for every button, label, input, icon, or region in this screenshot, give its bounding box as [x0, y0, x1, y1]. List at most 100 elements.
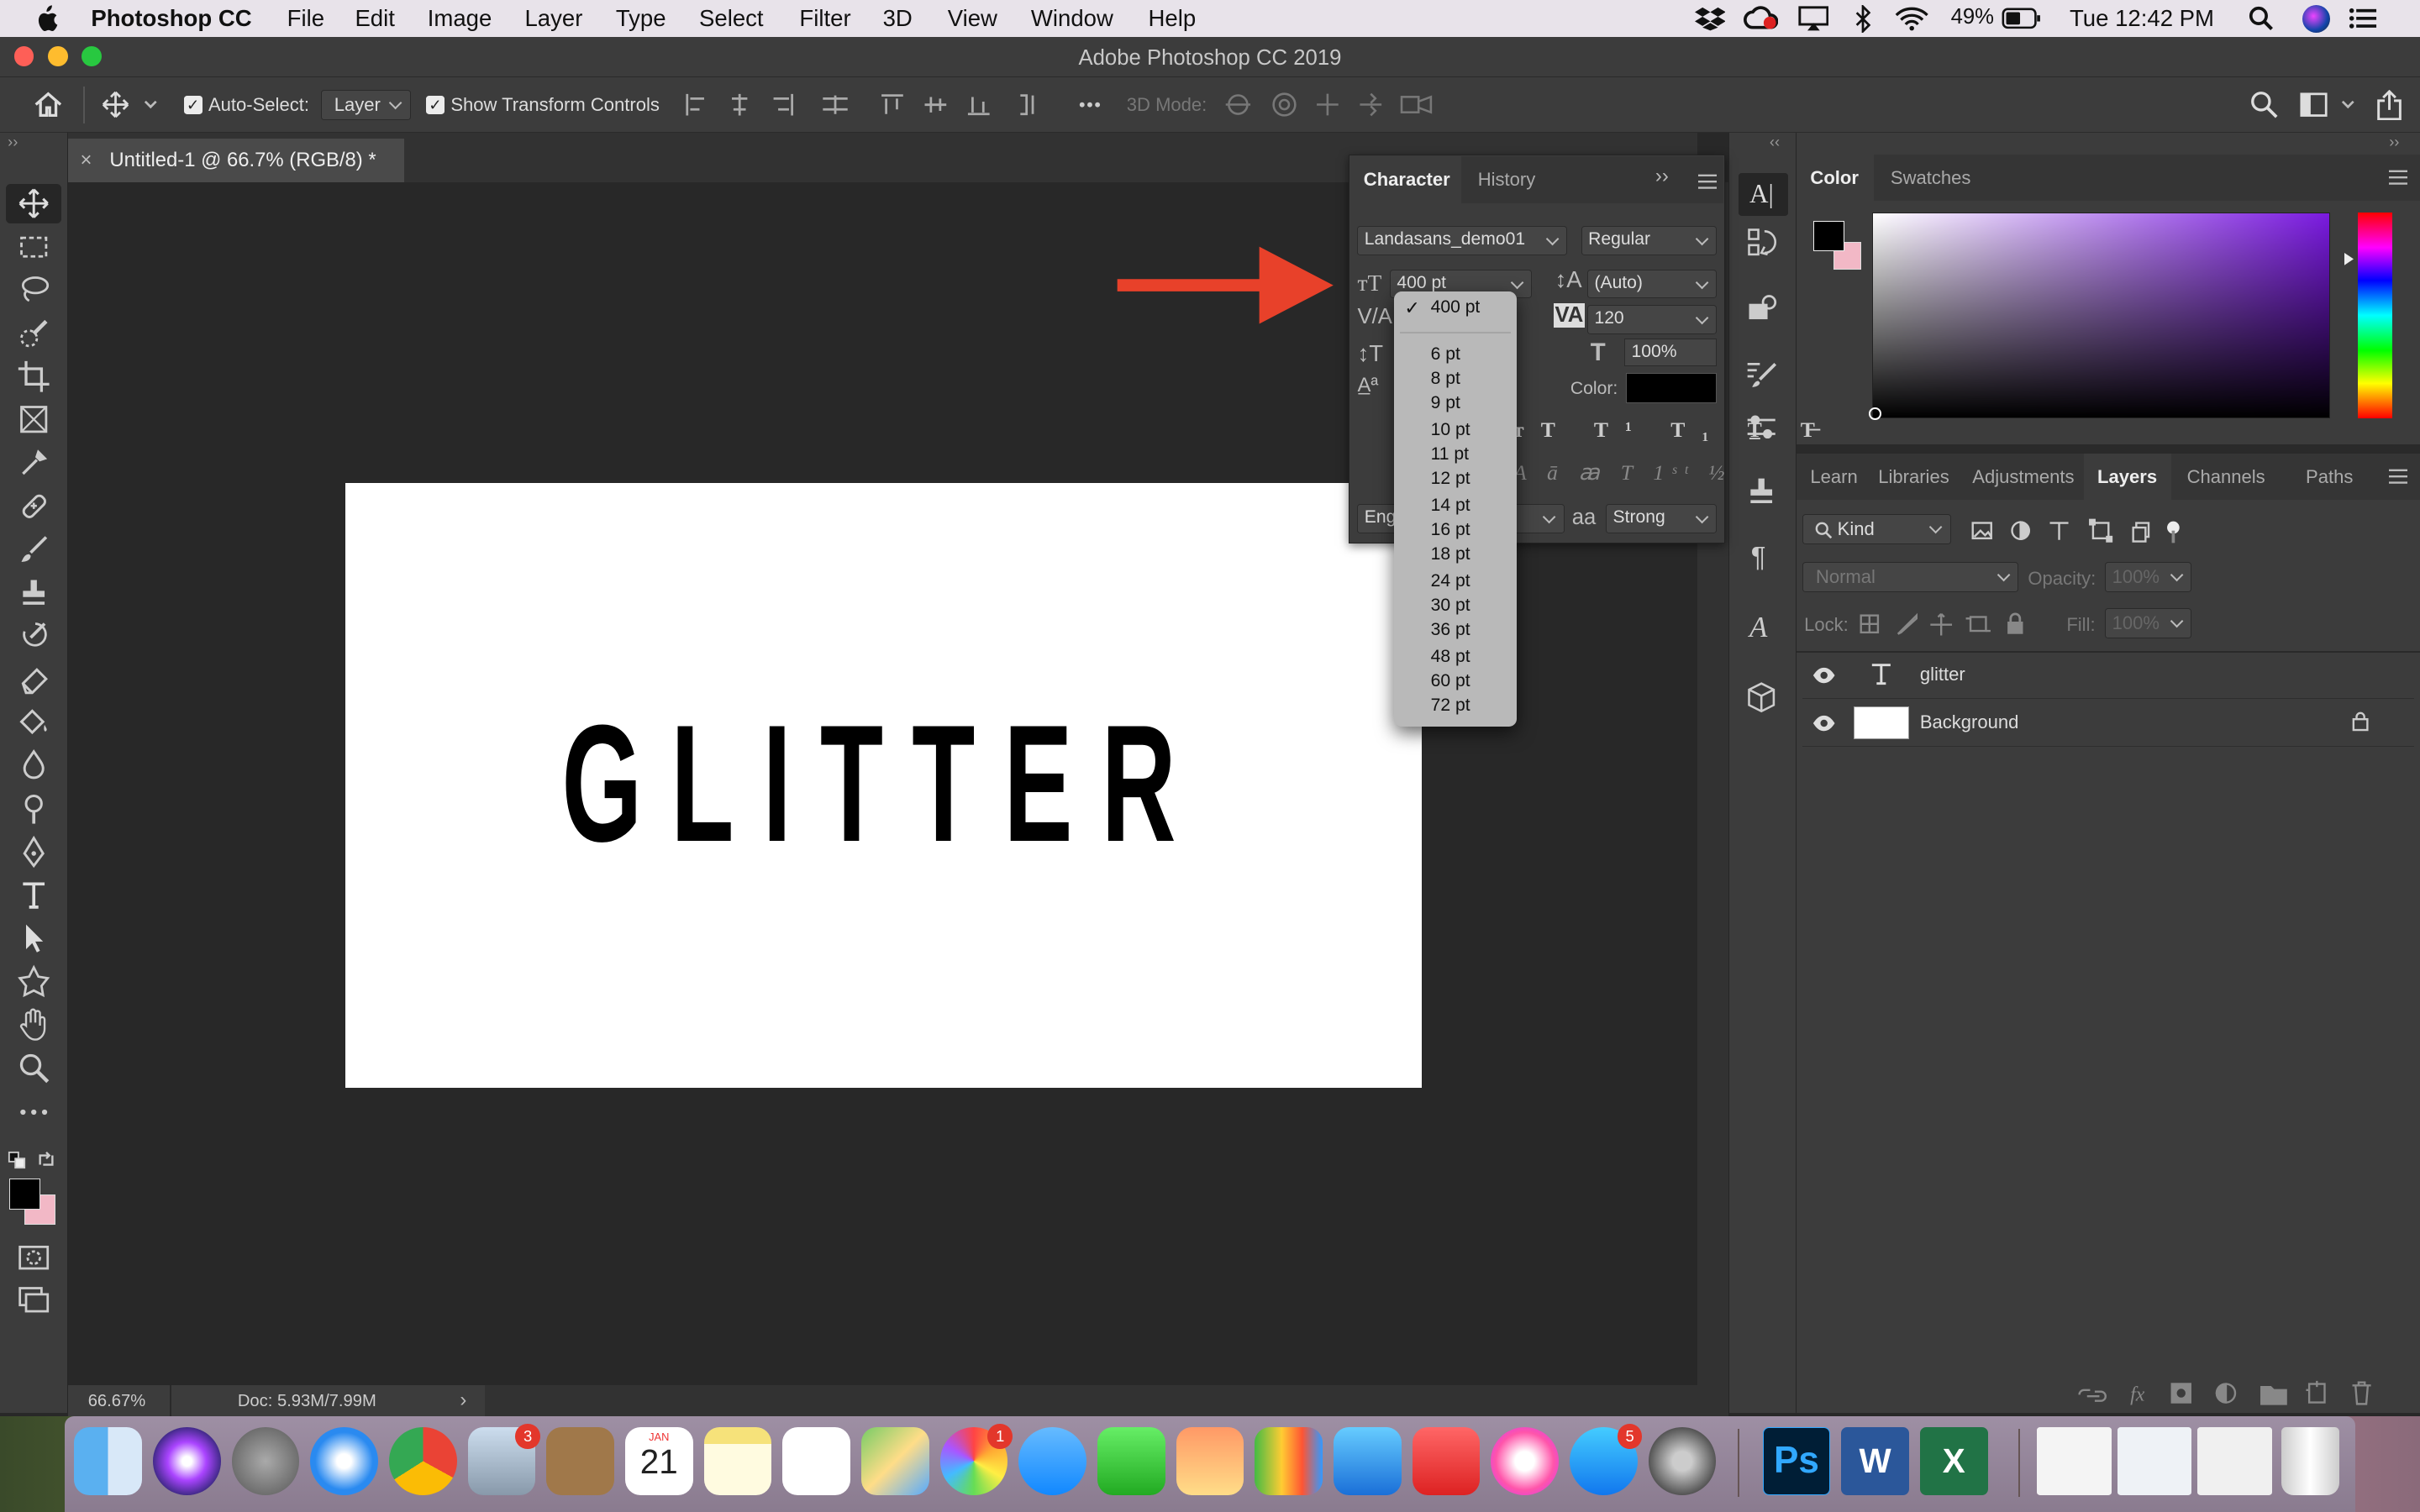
- layer-filter-icons[interactable]: [1970, 518, 2186, 543]
- dropdown-item[interactable]: 6 pt: [1431, 344, 1460, 365]
- system-preferences-icon[interactable]: [1648, 1426, 1717, 1495]
- auto-select-checkbox[interactable]: ✓: [183, 95, 203, 114]
- horizontal-scale-field[interactable]: 100%: [1624, 339, 1718, 367]
- lock-option-icons[interactable]: [1858, 612, 2028, 637]
- apple-icon[interactable]: [34, 4, 58, 33]
- healing-brush-tool-icon[interactable]: [17, 489, 50, 522]
- expand-panels-icon[interactable]: ‹‹: [1770, 133, 1780, 151]
- blur-tool-icon[interactable]: [17, 748, 50, 782]
- collapse-toolbar-icon[interactable]: ››: [8, 133, 18, 151]
- collapse-panel-icon[interactable]: ››: [1655, 165, 1669, 188]
- leading-field[interactable]: (Auto): [1587, 269, 1718, 299]
- brushes-panel-icon[interactable]: [1744, 358, 1778, 391]
- fill-field[interactable]: 100%: [2105, 607, 2192, 639]
- tab-history[interactable]: History: [1464, 156, 1549, 202]
- dodge-tool-icon[interactable]: [17, 791, 50, 825]
- quick-mask-icon[interactable]: [17, 1241, 50, 1274]
- dropdown-item[interactable]: 72 pt: [1431, 696, 1470, 716]
- menu-type[interactable]: Type: [616, 5, 666, 32]
- tab-adjustments[interactable]: Adjustments: [1959, 454, 2088, 500]
- bluetooth-icon[interactable]: [1854, 4, 1872, 33]
- move-tool-icon[interactable]: [102, 91, 129, 118]
- pen-tool-icon[interactable]: [17, 835, 50, 869]
- dropbox-icon[interactable]: [1694, 6, 1726, 31]
- layer-name[interactable]: Background: [1920, 711, 2019, 733]
- numbers-icon[interactable]: [1255, 1426, 1323, 1495]
- brush-tool-icon[interactable]: [17, 533, 50, 566]
- siri-icon[interactable]: [2302, 4, 2331, 33]
- launchpad-icon[interactable]: [231, 1426, 300, 1495]
- minimized-window-thumbnail[interactable]: [2197, 1426, 2272, 1495]
- menu-3d[interactable]: 3D: [883, 5, 913, 32]
- trash-icon[interactable]: [2281, 1426, 2340, 1495]
- panel-foreground-swatch[interactable]: [1813, 220, 1844, 252]
- notification-center-icon[interactable]: [2349, 8, 2377, 29]
- dropdown-item[interactable]: 60 pt: [1431, 671, 1470, 691]
- align-distribute-icons[interactable]: [684, 92, 1116, 117]
- canvas-text-layer[interactable]: GLITTER: [550, 699, 1218, 869]
- more-tools-icon[interactable]: [17, 1103, 50, 1121]
- marquee-tool-icon[interactable]: [17, 230, 50, 264]
- document-tab[interactable]: × Untitled-1 @ 66.7% (RGB/8) *: [67, 139, 405, 182]
- hue-slider-pointer-icon[interactable]: [2344, 253, 2354, 265]
- visibility-eye-icon[interactable]: [1812, 666, 1836, 685]
- swap-colors-icon[interactable]: [37, 1151, 55, 1169]
- dropdown-item[interactable]: 24 pt: [1431, 571, 1470, 591]
- chevron-down-icon[interactable]: [144, 100, 158, 109]
- visibility-eye-icon[interactable]: [1812, 714, 1836, 732]
- workspace-icon[interactable]: [2300, 92, 2328, 118]
- menu-window[interactable]: Window: [1031, 5, 1113, 32]
- hand-tool-icon[interactable]: [17, 1007, 50, 1042]
- search-icon[interactable]: [2250, 91, 2278, 118]
- dropdown-item[interactable]: 48 pt: [1431, 647, 1470, 667]
- tab-character[interactable]: Character: [1349, 156, 1461, 203]
- notes-icon[interactable]: [703, 1426, 772, 1495]
- screen-mode-icon[interactable]: [17, 1284, 50, 1317]
- foreground-color-swatch[interactable]: [9, 1179, 40, 1210]
- dropdown-item[interactable]: 8 pt: [1431, 369, 1460, 389]
- safari-icon[interactable]: [310, 1426, 378, 1495]
- calendar-icon[interactable]: JAN 21: [624, 1426, 693, 1495]
- dropdown-item[interactable]: 36 pt: [1431, 620, 1470, 640]
- text-color-swatch[interactable]: [1626, 372, 1718, 404]
- news-icon[interactable]: [1412, 1426, 1481, 1495]
- messages-icon[interactable]: [1018, 1426, 1087, 1495]
- dropdown-item[interactable]: 9 pt: [1431, 393, 1460, 413]
- menu-edit[interactable]: Edit: [355, 5, 394, 32]
- menu-help[interactable]: Help: [1149, 5, 1197, 32]
- creative-cloud-icon[interactable]: [1744, 6, 1778, 30]
- photoshop-icon[interactable]: Ps: [1762, 1426, 1831, 1495]
- character-panel-button[interactable]: A|: [1739, 172, 1788, 217]
- frame-tool-icon[interactable]: [17, 402, 50, 436]
- pages-icon[interactable]: [1176, 1426, 1244, 1495]
- auto-select-dropdown[interactable]: Layer: [321, 89, 411, 121]
- show-transform-checkbox[interactable]: ✓: [425, 95, 445, 114]
- minimized-window-thumbnail[interactable]: [2037, 1426, 2112, 1495]
- zoom-tool-icon[interactable]: [17, 1051, 50, 1084]
- dropdown-item[interactable]: 16 pt: [1431, 520, 1470, 540]
- 3d-panel-icon[interactable]: [1744, 680, 1778, 714]
- type-tool-icon[interactable]: [17, 878, 50, 911]
- tab-paths[interactable]: Paths: [2291, 454, 2366, 500]
- character-panel-menu-icon[interactable]: [1698, 174, 1718, 189]
- maps-icon[interactable]: [860, 1426, 929, 1495]
- home-icon[interactable]: [33, 91, 64, 118]
- tab-color[interactable]: Color: [1796, 154, 1874, 201]
- word-icon[interactable]: W: [1841, 1426, 1909, 1495]
- facetime-icon[interactable]: [1097, 1426, 1165, 1495]
- quick-selection-tool-icon[interactable]: [17, 317, 50, 350]
- eyedropper-tool-icon[interactable]: [17, 446, 50, 480]
- status-menu-chevron-icon[interactable]: ›: [460, 1389, 466, 1412]
- properties-panel-icon[interactable]: [1744, 291, 1778, 325]
- blend-mode-dropdown[interactable]: Normal: [1802, 561, 2019, 593]
- clone-stamp-tool-icon[interactable]: [17, 575, 50, 609]
- tracking-field[interactable]: 120: [1587, 304, 1718, 334]
- default-colors-icon[interactable]: [8, 1151, 26, 1169]
- 3d-mode-icons[interactable]: [1223, 91, 1435, 118]
- eraser-tool-icon[interactable]: [17, 662, 50, 696]
- horizontal-scrollbar[interactable]: [484, 1385, 1729, 1417]
- panel-menu-icon[interactable]: [2389, 170, 2408, 185]
- move-tool-icon[interactable]: [17, 186, 50, 220]
- history-panel-icon[interactable]: [1744, 225, 1778, 259]
- excel-icon[interactable]: X: [1919, 1426, 1988, 1495]
